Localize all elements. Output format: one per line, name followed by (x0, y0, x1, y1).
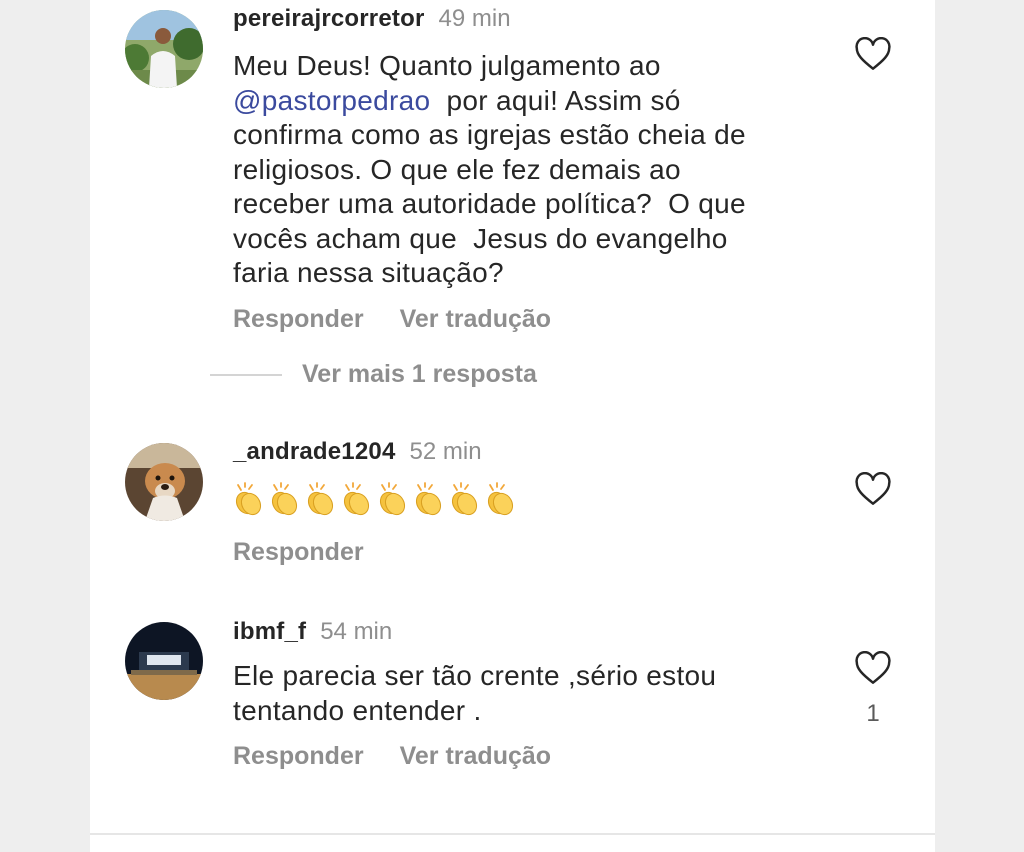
avatar[interactable] (125, 10, 203, 88)
clapping-hands-icon (343, 482, 370, 516)
like-count: 1 (866, 700, 880, 727)
comment-actions: Responder (233, 538, 833, 567)
comment-time: 52 min (409, 438, 482, 465)
view-more-replies[interactable]: Ver mais 1 resposta (210, 360, 537, 389)
bottom-divider (90, 833, 935, 835)
view-more-replies-label[interactable]: Ver mais 1 resposta (302, 360, 537, 389)
divider-line (210, 373, 282, 376)
mention-link[interactable]: @pastorpedrao (233, 85, 430, 116)
reply-button[interactable]: Responder (233, 305, 364, 334)
clapping-hands-icon (379, 482, 406, 516)
comment-text-part: Meu Deus! Quanto julgamento ao (233, 50, 661, 81)
translate-button[interactable]: Ver tradução (400, 742, 551, 771)
comment: pereirajrcorretor 49 min Meu Deus! Quant… (233, 4, 833, 334)
comment: ibmf_f 54 min Ele parecia ser tão crente… (233, 617, 833, 771)
comment-text: Ele parecia ser tão crente ,sério estou … (233, 660, 717, 726)
comment-actions: Responder Ver tradução (233, 742, 833, 771)
clapping-hands-icon (307, 482, 334, 516)
comment-actions: Responder Ver tradução (233, 305, 833, 334)
heart-outline-icon[interactable] (854, 37, 892, 71)
comment: _andrade1204 52 min Responder (233, 437, 833, 567)
comment-time: 49 min (438, 5, 511, 32)
translate-button[interactable]: Ver tradução (400, 305, 551, 334)
clapping-hands-icon (235, 482, 262, 516)
comment-time: 54 min (320, 618, 393, 645)
reply-button[interactable]: Responder (233, 538, 364, 567)
comment-username[interactable]: _andrade1204 (233, 437, 396, 467)
comment-username[interactable]: ibmf_f (233, 617, 306, 647)
clapping-hands-icon (487, 482, 514, 516)
clapping-hands-icon (415, 482, 442, 516)
comment-username[interactable]: pereirajrcorretor (233, 4, 425, 34)
clapping-hands-icon (451, 482, 478, 516)
avatar[interactable] (125, 443, 203, 521)
heart-outline-icon[interactable] (854, 651, 892, 685)
reply-button[interactable]: Responder (233, 742, 364, 771)
clapping-hands-icon (271, 482, 298, 516)
comment-text: Meu Deus! Quanto julgamento ao @pastorpe… (233, 49, 833, 291)
emoji-row (233, 482, 833, 516)
heart-outline-icon[interactable] (854, 472, 892, 506)
avatar[interactable] (125, 622, 203, 700)
